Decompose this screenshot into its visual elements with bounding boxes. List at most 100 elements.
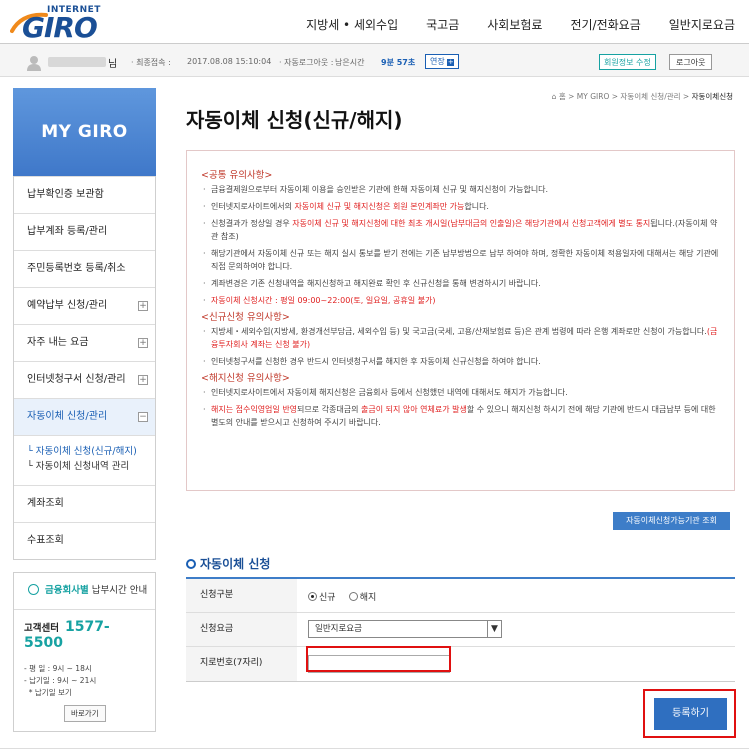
notice-emphasis: 해지는 접수익영업일 반영 xyxy=(211,405,298,414)
user-status-bar: 님 · 최종접속 : 2017.08.08 15:10:04 · 자동로그아웃 … xyxy=(0,44,749,77)
auto-transfer-submenu: └ 자동이체 신청(신규/해지) └ 자동이체 신청내역 관리 xyxy=(14,435,155,485)
expand-plus-icon[interactable]: + xyxy=(138,338,148,348)
sidebar-item-resident-number[interactable]: 주민등록번호 등록/취소 xyxy=(14,250,155,287)
notice-line: 지방세・세외수입(지방세, 환경개선부담금, 세외수입 등) 및 국고금(국세,… xyxy=(201,325,720,351)
sidebar-item-scheduled-payment[interactable]: 예약납부 신청/관리 + xyxy=(14,287,155,324)
notice-emphasis: 출금이 되지 않아 연체료가 발생 xyxy=(361,405,467,414)
expand-plus-icon[interactable]: + xyxy=(138,375,148,385)
notice-text: 인터넷청구서를 신청한 경우 반드시 인터넷청구서를 해지한 후 자동이체 신규… xyxy=(211,357,541,366)
nav-national-treasury[interactable]: 국고금 xyxy=(426,16,459,33)
register-button[interactable]: 등록하기 xyxy=(654,698,727,730)
notice-text: 계좌변경은 기존 신청내역을 해지신청하고 해지완료 확인 후 신규신청을 통해… xyxy=(211,279,541,288)
sidebar-title: MY GIRO xyxy=(13,88,156,176)
extend-session-button[interactable]: 연장 + xyxy=(425,54,460,69)
remaining-time-label: 남은시간 xyxy=(335,58,365,67)
submenu-item-manage[interactable]: └ 자동이체 신청내역 관리 xyxy=(27,459,155,474)
sidebar-item-label: 계좌조회 xyxy=(27,498,64,509)
user-name-masked xyxy=(48,57,106,67)
global-nav: 지방세 • 세외수입 국고금 사회보험료 전기/전화요금 일반지로요금 xyxy=(278,16,735,33)
radio-new[interactable] xyxy=(308,592,317,601)
nav-general-giro[interactable]: 일반지로요금 xyxy=(669,16,735,33)
notice-text: 인터넷지로사이트에서 자동이체 해지신청은 금융회사 등에서 신청했던 내역에 … xyxy=(211,388,568,397)
hours-due-date-link: * 납기일 보기 xyxy=(24,688,72,697)
fee-type-selected: 일반지로요금 xyxy=(315,624,362,634)
payment-hours-teal: 금융회사별 xyxy=(45,585,89,596)
site-header: INTERNET GIRO 지방세 • 세외수입 국고금 사회보험료 전기/전화… xyxy=(0,0,749,44)
expand-plus-icon[interactable]: + xyxy=(138,301,148,311)
sidebar-item-account-inquiry[interactable]: 계좌조회 xyxy=(14,485,155,522)
payment-hours-text: 납부시간 안내 xyxy=(91,585,148,596)
notice-line: 자동이체 신청시간 : 평일 09:00~22:00(토, 일요일, 공휴일 불… xyxy=(201,294,720,307)
breadcrumb: ⌂ 홈 > MY GIRO > 자동이체 신청/관리 > 자동이체신청 xyxy=(552,91,733,102)
hours-due-date: - 납기일 : 9시 ~ 21시 xyxy=(24,676,97,685)
sidebar-item-internet-bill[interactable]: 인터넷청구서 신청/관리 + xyxy=(14,361,155,398)
fee-type-select[interactable]: 일반지로요금 ▼ xyxy=(308,620,502,638)
notice-line: 인터넷지로사이트에서의 자동이체 신규 및 해지신청은 회원 본인계좌만 가능합… xyxy=(201,200,720,213)
breadcrumb-path: > MY GIRO > 자동이체 신청/관리 > xyxy=(568,92,690,101)
collapse-minus-icon[interactable]: − xyxy=(138,412,148,422)
plus-box-icon: + xyxy=(447,58,455,66)
form-title: 자동이체 신청 xyxy=(186,555,270,572)
page-title: 자동이체 신청(신규/해지) xyxy=(186,108,403,132)
notice-text: 합니다. xyxy=(464,202,489,211)
home-icon[interactable]: ⌂ xyxy=(552,92,557,101)
sidebar-item-label: 예약납부 신청/관리 xyxy=(27,300,108,311)
breadcrumb-home[interactable]: 홈 xyxy=(559,92,566,101)
sidebar-item-frequent-bills[interactable]: 자주 내는 요금 + xyxy=(14,324,155,361)
sidebar-item-receipt-box[interactable]: 납부확인증 보관함 xyxy=(14,176,155,213)
footer-divider xyxy=(0,748,749,749)
sidebar-item-check-inquiry[interactable]: 수표조회 xyxy=(14,522,155,559)
auto-transfer-form: 신청구분 신규 해지 신청요금 일반지로요금 ▼ 지로번호(7자리) xyxy=(186,577,735,682)
eligible-institution-lookup-button[interactable]: 자동이체신청가능기관 조회 xyxy=(613,512,730,530)
notice-line: 해지는 접수익영업일 반영되므로 각종대금의 출금이 되지 않아 연체료가 발생… xyxy=(201,403,720,429)
chevron-down-icon: ▼ xyxy=(487,621,501,637)
hours-weekday: - 평 일 : 9시 ~ 18시 xyxy=(24,664,92,673)
notice-emphasis: 자동이체 신청시간 : 평일 09:00~22:00(토, 일요일, 공휴일 불… xyxy=(211,296,436,305)
payment-hours-link[interactable]: 금융회사별 납부시간 안내 xyxy=(14,573,155,610)
sidebar-item-label: 주민등록번호 등록/취소 xyxy=(27,263,126,274)
notice-line: 계좌변경은 기존 신청내역을 해지신청하고 해지완료 확인 후 신규신청을 통해… xyxy=(201,277,720,290)
shortcut-button[interactable]: 바로가기 xyxy=(64,705,106,722)
clock-icon xyxy=(28,584,39,595)
breadcrumb-current: 자동이체신청 xyxy=(691,92,733,101)
type-radio-group: 신규 해지 xyxy=(308,590,386,603)
notice-heading: <공통 유의사항> xyxy=(201,170,273,181)
notice-box: <공통 유의사항> 금융결제원으로부터 자동이체 이용을 승인받은 기관에 한해 … xyxy=(186,150,735,491)
giro-number-label: 지로번호(7자리) xyxy=(186,647,297,681)
sidebar-item-auto-transfer[interactable]: 자동이체 신청/관리 − xyxy=(14,398,155,435)
radio-cancel[interactable] xyxy=(348,592,358,601)
sidebar-item-label: 자주 내는 요금 xyxy=(27,337,89,348)
notice-heading: <신규신청 유의사항> xyxy=(201,312,290,323)
nav-social-insurance[interactable]: 사회보험료 xyxy=(487,16,542,33)
nav-local-tax[interactable]: 지방세 • 세외수입 xyxy=(306,16,398,33)
form-row-giro: 지로번호(7자리) xyxy=(186,647,735,681)
notice-emphasis: 자동이체 신규 및 해지신청에 대한 최초 개시일(납부대금의 인출일)은 해당… xyxy=(292,219,651,228)
submenu-item-apply[interactable]: └ 자동이체 신청(신규/해지) xyxy=(27,444,155,459)
last-login-value: 2017.08.08 15:10:04 xyxy=(187,57,272,66)
notice-line: 금융결제원으로부터 자동이체 이용을 승인받은 기관에 한해 자동이체 신규 및… xyxy=(201,183,720,196)
notice-line: 인터넷청구서를 신청한 경우 반드시 인터넷청구서를 해지한 후 자동이체 신규… xyxy=(201,355,720,368)
customer-help-box: 금융회사별 납부시간 안내 고객센터 1577-5500 - 평 일 : 9시 ~… xyxy=(13,572,156,732)
nav-electricity-phone[interactable]: 전기/전화요금 xyxy=(570,16,640,33)
edit-member-info-button[interactable]: 회원정보 수정 xyxy=(599,54,656,70)
internet-giro-logo[interactable]: INTERNET GIRO xyxy=(10,5,110,44)
radio-cancel-label[interactable]: 해지 xyxy=(360,593,377,603)
auto-logout-label: · 자동로그아웃 : xyxy=(279,58,334,67)
radio-new-label[interactable]: 신규 xyxy=(319,593,336,603)
sidebar: MY GIRO 납부확인증 보관함 납부계좌 등록/관리 주민등록번호 등록/취… xyxy=(13,88,156,732)
last-login-label: · 최종접속 : xyxy=(131,58,171,67)
ring-bullet-icon xyxy=(186,559,196,569)
notice-text: 인터넷지로사이트에서의 xyxy=(211,202,295,211)
notice-text: 금융결제원으로부터 자동이체 이용을 승인받은 기관에 한해 자동이체 신규 및… xyxy=(211,185,549,194)
sidebar-item-label: 수표조회 xyxy=(27,535,64,546)
form-title-text: 자동이체 신청 xyxy=(200,557,271,571)
sidebar-menu: 납부확인증 보관함 납부계좌 등록/관리 주민등록번호 등록/취소 예약납부 신… xyxy=(13,176,156,560)
sidebar-item-payment-account[interactable]: 납부계좌 등록/관리 xyxy=(14,213,155,250)
notice-text: 되므로 각종대금의 xyxy=(297,405,362,414)
logout-button[interactable]: 로그아웃 xyxy=(669,54,713,70)
remaining-time-value: 9분 57초 xyxy=(381,58,416,67)
form-row-type: 신청구분 신규 해지 xyxy=(186,579,735,613)
fee-label: 신청요금 xyxy=(186,613,297,646)
notice-text: 신청결과가 정상일 경우 xyxy=(211,219,293,228)
sidebar-item-label: 자동이체 신청/관리 xyxy=(27,411,108,422)
